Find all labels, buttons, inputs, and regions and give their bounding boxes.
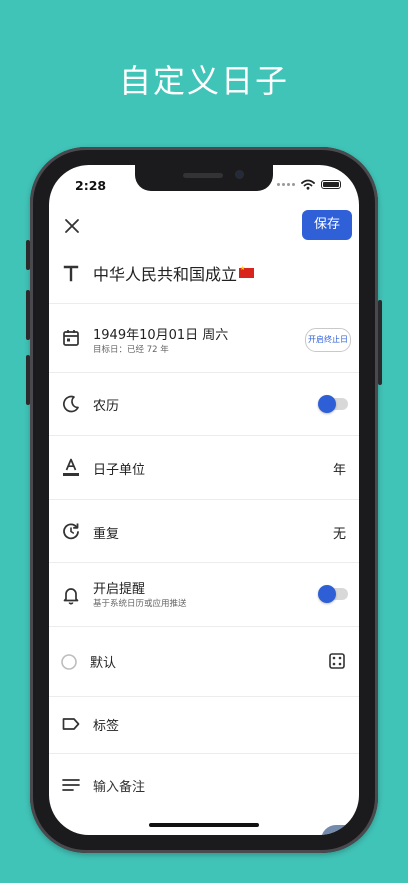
lunar-row: 农历	[49, 373, 359, 436]
status-icons	[277, 179, 341, 190]
save-button[interactable]: 保存	[302, 210, 352, 240]
repeat-label: 重复	[93, 527, 120, 542]
title-t-icon	[63, 265, 79, 282]
lunar-label: 农历	[93, 399, 120, 414]
calendar-icon	[63, 330, 79, 346]
category-label: 默认	[90, 656, 117, 671]
reminder-toggle-knob	[318, 585, 336, 603]
tags-row[interactable]: 标签	[49, 697, 359, 754]
unit-row[interactable]: 日子单位 年	[49, 436, 359, 500]
date-row[interactable]: 1949年10月01日 周六 目标日：已经 72 年 开启终止日	[49, 304, 359, 373]
top-bar: 保存	[49, 205, 359, 249]
notch	[135, 165, 273, 191]
volume-up-button	[26, 290, 30, 340]
title-row[interactable]: 中华人民共和国成立	[49, 253, 359, 304]
unit-value: 年	[332, 463, 346, 478]
lunar-toggle[interactable]	[318, 395, 348, 413]
battery-icon	[321, 180, 341, 189]
close-button[interactable]	[61, 215, 83, 237]
category-row[interactable]: 默认	[49, 627, 359, 697]
floating-button-edge	[321, 825, 359, 835]
app-screen: 2:28 保存 中华人民共和国成立 1949年10月01日 周六	[49, 165, 359, 835]
status-time: 2:28	[75, 178, 107, 193]
tags-label: 标签	[93, 719, 120, 734]
reminder-toggle[interactable]	[318, 585, 348, 603]
home-indicator	[149, 823, 259, 827]
end-date-button[interactable]: 开启终止日	[305, 328, 351, 352]
text-format-icon	[63, 458, 79, 476]
date-sub: 目标日：已经 72 年	[93, 345, 169, 355]
repeat-row[interactable]: 重复 无	[49, 500, 359, 563]
china-flag-icon	[239, 265, 255, 278]
circle-icon	[61, 654, 77, 670]
repeat-value: 无	[332, 527, 346, 542]
event-title: 中华人民共和国成立	[93, 265, 238, 284]
close-icon	[65, 219, 79, 233]
dice-icon[interactable]	[328, 652, 346, 670]
power-button	[378, 300, 382, 385]
date-main: 1949年10月01日 周六	[93, 328, 229, 343]
volume-down-button	[26, 355, 30, 405]
notes-row[interactable]: 输入备注	[49, 754, 359, 816]
unit-label: 日子单位	[93, 463, 146, 478]
reminder-row: 开启提醒 基于系统日历或应用推送	[49, 563, 359, 627]
lunar-toggle-knob	[318, 395, 336, 413]
moon-icon	[63, 395, 79, 413]
front-camera	[235, 170, 244, 179]
event-title-field[interactable]: 中华人民共和国成立	[93, 261, 255, 285]
signal-icon	[277, 183, 295, 186]
wifi-icon	[301, 179, 315, 190]
reminder-label: 开启提醒	[93, 582, 146, 597]
tag-icon	[62, 718, 80, 730]
speaker	[183, 173, 223, 178]
notes-icon	[62, 779, 80, 791]
repeat-icon	[63, 523, 79, 540]
mute-switch	[26, 240, 30, 270]
notes-input[interactable]: 输入备注	[93, 776, 145, 795]
headline: 自定义日子	[118, 62, 289, 100]
reminder-sub: 基于系统日历或应用推送	[93, 599, 187, 609]
bell-icon	[63, 588, 79, 605]
